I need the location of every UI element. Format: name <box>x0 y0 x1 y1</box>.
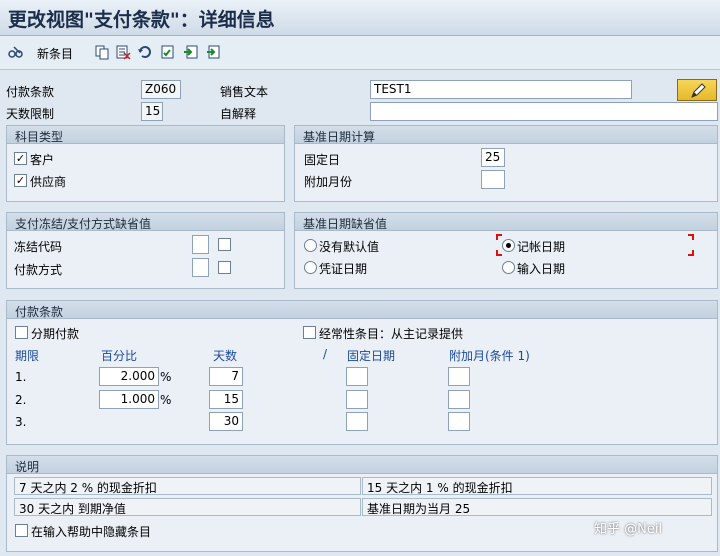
vendor-label: 供应商 <box>30 175 67 189</box>
undo-icon[interactable] <box>137 44 153 60</box>
baseline-default-header: 基准日期缺省值 <box>295 213 717 231</box>
percent-row-2-field[interactable]: 1.000 <box>99 390 159 409</box>
account-type-header: 科目类型 <box>7 126 284 144</box>
percent-row-2-sign: % <box>160 393 172 407</box>
explanation-line-1: 7 天之内 2 % 的现金折扣 <box>14 477 361 495</box>
baseline-calc-group: 基准日期计算 固定日 25 附加月份 <box>294 125 718 202</box>
pay-method-field[interactable] <box>192 258 209 277</box>
watermark: 知乎 @Neil <box>594 522 663 537</box>
customer-checkbox[interactable]: ✓ <box>14 152 27 165</box>
fixed-day-label: 固定日 <box>304 153 341 167</box>
extra-month-row-1-field[interactable] <box>448 367 470 386</box>
pay-block-header: 支付冻结/支付方式缺省值 <box>7 213 284 231</box>
document-date-radio[interactable] <box>304 261 317 274</box>
own-explanation-label: 自解释 <box>220 107 257 121</box>
term-row-1-label: 1. <box>15 370 27 384</box>
col-percent-header: 百分比 <box>101 349 138 363</box>
previous-entry-icon[interactable] <box>183 44 199 60</box>
focus-frame <box>496 234 694 256</box>
payment-terms-field[interactable]: Z060 <box>141 80 181 99</box>
days-row-3-field[interactable]: 30 <box>209 412 243 431</box>
block-key-search-box[interactable] <box>218 238 231 251</box>
baseline-default-group: 基准日期缺省值 没有默认值 记帐日期 凭证日期 输入日期 <box>294 212 718 289</box>
fixed-date-row-1-field[interactable] <box>346 367 368 386</box>
next-entry-icon[interactable] <box>205 44 221 60</box>
title-bar: 更改视图"支付条款"：详细信息 <box>0 0 720 36</box>
percent-row-1-sign: % <box>160 370 172 384</box>
payment-terms-header: 付款条款 <box>7 301 717 319</box>
hide-entry-label: 在输入帮助中隐藏条目 <box>31 525 152 539</box>
explanation-line-3: 30 天之内 到期净值 <box>14 498 361 516</box>
select-all-icon[interactable] <box>160 44 176 60</box>
customer-label: 客户 <box>30 153 55 167</box>
recurring-label: 经常性条目：从主记录提供 <box>319 327 464 341</box>
term-row-2-label: 2. <box>15 393 27 407</box>
days-row-2-field[interactable]: 15 <box>209 390 243 409</box>
entry-date-radio[interactable] <box>502 261 515 274</box>
copy-icon[interactable] <box>94 44 110 60</box>
term-row-3-label: 3. <box>15 415 27 429</box>
no-default-label: 没有默认值 <box>319 240 380 254</box>
entry-date-label: 输入日期 <box>517 262 566 276</box>
extra-month-label: 附加月份 <box>304 175 353 189</box>
explanation-header: 说明 <box>7 456 717 474</box>
hide-entry-checkbox[interactable] <box>15 524 28 537</box>
payment-terms-label: 付款条款 <box>6 85 55 99</box>
window-title: 更改视图"支付条款"：详细信息 <box>8 9 275 31</box>
pay-method-search-box[interactable] <box>218 261 231 274</box>
installment-label: 分期付款 <box>31 327 80 341</box>
application-toolbar: 新条目 <box>0 36 720 70</box>
col-days-header: 天数 <box>213 349 238 363</box>
extra-month-field[interactable] <box>481 170 505 189</box>
col-slash-header: / <box>323 347 328 361</box>
pay-method-label: 付款方式 <box>14 263 63 277</box>
block-key-label: 冻结代码 <box>14 240 63 254</box>
installment-checkbox[interactable] <box>15 326 28 339</box>
explanation-group: 说明 7 天之内 2 % 的现金折扣 15 天之内 1 % 的现金折扣 30 天… <box>6 455 718 552</box>
days-limit-label: 天数限制 <box>6 107 55 121</box>
vendor-checkbox[interactable]: ✓ <box>14 174 27 187</box>
explanation-line-2: 15 天之内 1 % 的现金折扣 <box>362 477 712 495</box>
account-type-group: 科目类型 ✓ 客户 ✓ 供应商 <box>6 125 285 202</box>
days-row-1-field[interactable]: 7 <box>209 367 243 386</box>
col-fixed-date-header: 固定日期 <box>347 349 396 363</box>
edit-glasses-icon[interactable] <box>8 44 24 60</box>
document-date-label: 凭证日期 <box>319 262 368 276</box>
delete-icon[interactable] <box>115 44 131 60</box>
col-extra-month-header: 附加月(条件 1) <box>449 349 530 363</box>
pay-block-group: 支付冻结/支付方式缺省值 冻结代码 付款方式 <box>6 212 285 289</box>
new-entry-button[interactable]: 新条目 <box>37 45 73 62</box>
col-term-header: 期限 <box>15 349 40 363</box>
recurring-checkbox[interactable] <box>303 326 316 339</box>
sales-text-label: 销售文本 <box>220 85 269 99</box>
extra-month-row-3-field[interactable] <box>448 412 470 431</box>
fixed-date-row-2-field[interactable] <box>346 390 368 409</box>
percent-row-1-field[interactable]: 2.000 <box>99 367 159 386</box>
days-limit-field[interactable]: 15 <box>141 102 163 121</box>
pencil-icon <box>691 83 706 98</box>
no-default-radio[interactable] <box>304 239 317 252</box>
payment-terms-group: 付款条款 分期付款 经常性条目：从主记录提供 期限 百分比 天数 / 固定日期 … <box>6 300 718 445</box>
extra-month-row-2-field[interactable] <box>448 390 470 409</box>
own-explanation-field[interactable] <box>370 102 718 121</box>
baseline-calc-header: 基准日期计算 <box>295 126 717 144</box>
fixed-day-field[interactable]: 25 <box>481 148 505 167</box>
sales-text-field[interactable]: TEST1 <box>370 80 632 99</box>
explanation-line-4: 基准日期为当月 25 <box>362 498 712 516</box>
fixed-date-row-3-field[interactable] <box>346 412 368 431</box>
block-key-field[interactable] <box>192 235 209 254</box>
long-text-button[interactable] <box>677 79 717 101</box>
